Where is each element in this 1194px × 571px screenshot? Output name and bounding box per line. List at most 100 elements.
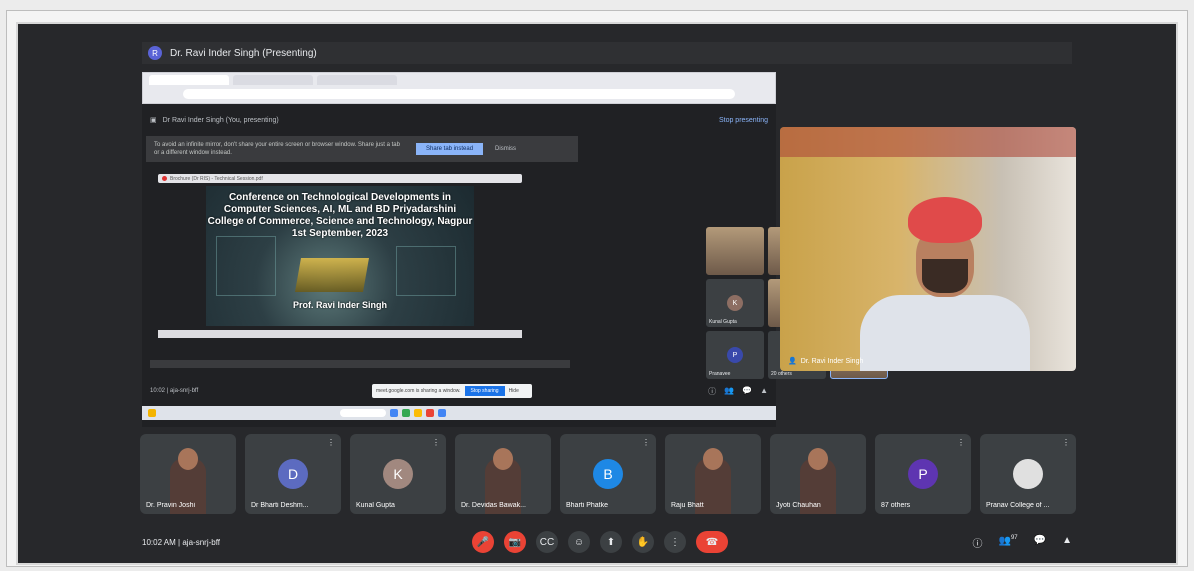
- people-count-badge: 97: [1010, 534, 1018, 541]
- inner-code: aja-snrj-bff: [169, 388, 199, 394]
- participant-name: Raju Bhatt: [671, 502, 704, 509]
- browser-url-bar[interactable]: [183, 89, 735, 99]
- taskbar-app-icon[interactable]: [426, 409, 434, 417]
- info-icon[interactable]: ⓘ: [973, 535, 983, 550]
- separator: |: [178, 537, 181, 547]
- muted-mic-icon: ⋮: [957, 438, 965, 447]
- pdf-filename: Brochure (Dr RIS) - Technical Session.pd…: [170, 175, 263, 182]
- shared-screen: ▣ Dr Ravi Inder Singh (You, presenting) S…: [142, 72, 888, 427]
- chat-icon[interactable]: 💬: [742, 386, 752, 397]
- participant-name: Pranav College of ...: [986, 502, 1050, 509]
- mirror-warning: To avoid an infinite mirror, don't share…: [146, 136, 578, 162]
- end-call-icon[interactable]: ☎: [696, 531, 728, 553]
- participant-tile[interactable]: B ⋮ Bharti Phatke: [560, 434, 656, 514]
- inner-stop-presenting[interactable]: Stop presenting: [719, 117, 768, 124]
- presentation-title-bar: R Dr. Ravi Inder Singh (Presenting): [142, 42, 1072, 64]
- participant-name: Bharti Phatke: [566, 502, 609, 509]
- activities-icon[interactable]: ▲: [760, 386, 768, 397]
- pdf-icon: [162, 176, 167, 181]
- participant-head: [808, 448, 828, 470]
- inner-participant-tile[interactable]: K Kunal Gupta: [706, 279, 764, 327]
- participant-head: [703, 448, 723, 470]
- muted-mic-icon: ⋮: [642, 438, 650, 447]
- beard: [922, 259, 968, 293]
- browser-chrome: [142, 72, 776, 104]
- taskbar-app-icon[interactable]: [438, 409, 446, 417]
- meet-window: R Dr. Ravi Inder Singh (Presenting) ▣ Dr …: [16, 22, 1178, 565]
- participant-name: Kunal Gupta: [709, 319, 737, 325]
- meeting-code: aja-snrj-bff: [182, 537, 221, 547]
- share-tab-button[interactable]: Share tab instead: [416, 143, 484, 155]
- participant-avatar: K: [383, 459, 413, 489]
- participant-tile[interactable]: ⋮ Pranav College of ...: [980, 434, 1076, 514]
- weather-icon[interactable]: [148, 409, 156, 417]
- captions-icon[interactable]: CC: [536, 531, 558, 553]
- background-wall: [780, 127, 1076, 157]
- participant-name: Kunal Gupta: [356, 502, 395, 509]
- pdf-toolbar: Brochure (Dr RIS) - Technical Session.pd…: [158, 174, 522, 183]
- dismiss-button[interactable]: Dismiss: [495, 146, 516, 152]
- presenter-avatar: R: [148, 46, 162, 60]
- pdf-page-bar: [158, 330, 522, 338]
- participant-tile[interactable]: K ⋮ Kunal Gupta: [350, 434, 446, 514]
- camera-icon[interactable]: 📷: [504, 531, 526, 553]
- meeting-info: 10:02 AM | aja-snrj-bff: [142, 538, 472, 547]
- participant-avatar: B: [593, 459, 623, 489]
- taskbar-app-icon[interactable]: [390, 409, 398, 417]
- participant-head: [178, 448, 198, 470]
- present-icon: ▣: [150, 117, 157, 124]
- slide: Conference on Technological Developments…: [206, 186, 474, 326]
- circuit-decoration: [396, 246, 456, 296]
- browser-tab[interactable]: [317, 75, 397, 85]
- participant-tile[interactable]: Raju Bhatt: [665, 434, 761, 514]
- participant-strip: Dr. Pravin Joshi D ⋮ Dr Bharti Deshm... K ⋮ Ku…: [140, 434, 1076, 514]
- emoji-icon[interactable]: ☺: [568, 531, 590, 553]
- muted-mic-icon: ⋮: [432, 438, 440, 447]
- participant-tile[interactable]: D ⋮ Dr Bharti Deshm...: [245, 434, 341, 514]
- chat-icon[interactable]: 💬: [1034, 535, 1046, 550]
- more-icon[interactable]: ⋮: [664, 531, 686, 553]
- info-icon[interactable]: ⓘ: [708, 386, 716, 397]
- people-icon[interactable]: 👥: [724, 386, 734, 397]
- taskbar-app-icon[interactable]: [402, 409, 410, 417]
- participant-avatar: P: [908, 459, 938, 489]
- participant-avatar: D: [278, 459, 308, 489]
- turban: [908, 197, 982, 243]
- stop-sharing-button[interactable]: Stop sharing: [464, 386, 505, 396]
- participant-tile[interactable]: Dr. Devidas Bawak...: [455, 434, 551, 514]
- warning-message: To avoid an infinite mirror, don't share…: [154, 142, 400, 156]
- taskbar-app-icon[interactable]: [414, 409, 422, 417]
- people-icon[interactable]: 👥97: [999, 535, 1018, 550]
- sharing-popup-text: meet.google.com is sharing a window.: [376, 388, 461, 394]
- inner-participant-tile[interactable]: [706, 227, 764, 275]
- participant-name: Pranavee: [709, 371, 731, 377]
- meet-controls-bar: 10:02 AM | aja-snrj-bff 🎤 📷 CC ☺ ⬆ ✋ ⋮ ☎…: [142, 524, 1072, 560]
- participant-tile[interactable]: P ⋮ 87 others: [875, 434, 971, 514]
- muted-mic-icon: ⋮: [327, 438, 335, 447]
- present-icon[interactable]: ⬆: [600, 531, 622, 553]
- presenter-title: Dr. Ravi Inder Singh (Presenting): [170, 47, 317, 59]
- participant-tile[interactable]: Jyoti Chauhan: [770, 434, 866, 514]
- participant-tile[interactable]: Dr. Pravin Joshi: [140, 434, 236, 514]
- browser-tab[interactable]: [233, 75, 313, 85]
- taskbar-search[interactable]: [340, 409, 386, 417]
- participant-name: Jyoti Chauhan: [776, 502, 821, 509]
- sharing-popup: meet.google.com is sharing a window. Sto…: [372, 384, 532, 398]
- inner-caption-bar: [150, 360, 570, 368]
- hide-button[interactable]: Hide: [509, 388, 519, 394]
- circuit-decoration: [216, 236, 276, 296]
- mic-icon[interactable]: 🎤: [472, 531, 494, 553]
- participant-name: Dr. Pravin Joshi: [146, 502, 196, 509]
- inner-presenting-bar: ▣ Dr Ravi Inder Singh (You, presenting) S…: [142, 112, 776, 128]
- browser-tab[interactable]: [149, 75, 229, 85]
- shirt: [860, 295, 1030, 371]
- activities-icon[interactable]: ▲: [1062, 535, 1072, 550]
- inner-participant-tile[interactable]: P Pranavee: [706, 331, 764, 379]
- inner-presenting-text: Dr Ravi Inder Singh (You, presenting): [162, 116, 279, 124]
- windows-taskbar: [142, 406, 776, 420]
- hand-icon[interactable]: ✋: [632, 531, 654, 553]
- slide-speaker: Prof. Ravi Inder Singh: [292, 300, 387, 310]
- participant-name: Dr. Devidas Bawak...: [461, 502, 526, 509]
- chip-graphic: [295, 258, 369, 292]
- speaker-video: 👤 Dr. Ravi Inder Singh: [780, 127, 1076, 371]
